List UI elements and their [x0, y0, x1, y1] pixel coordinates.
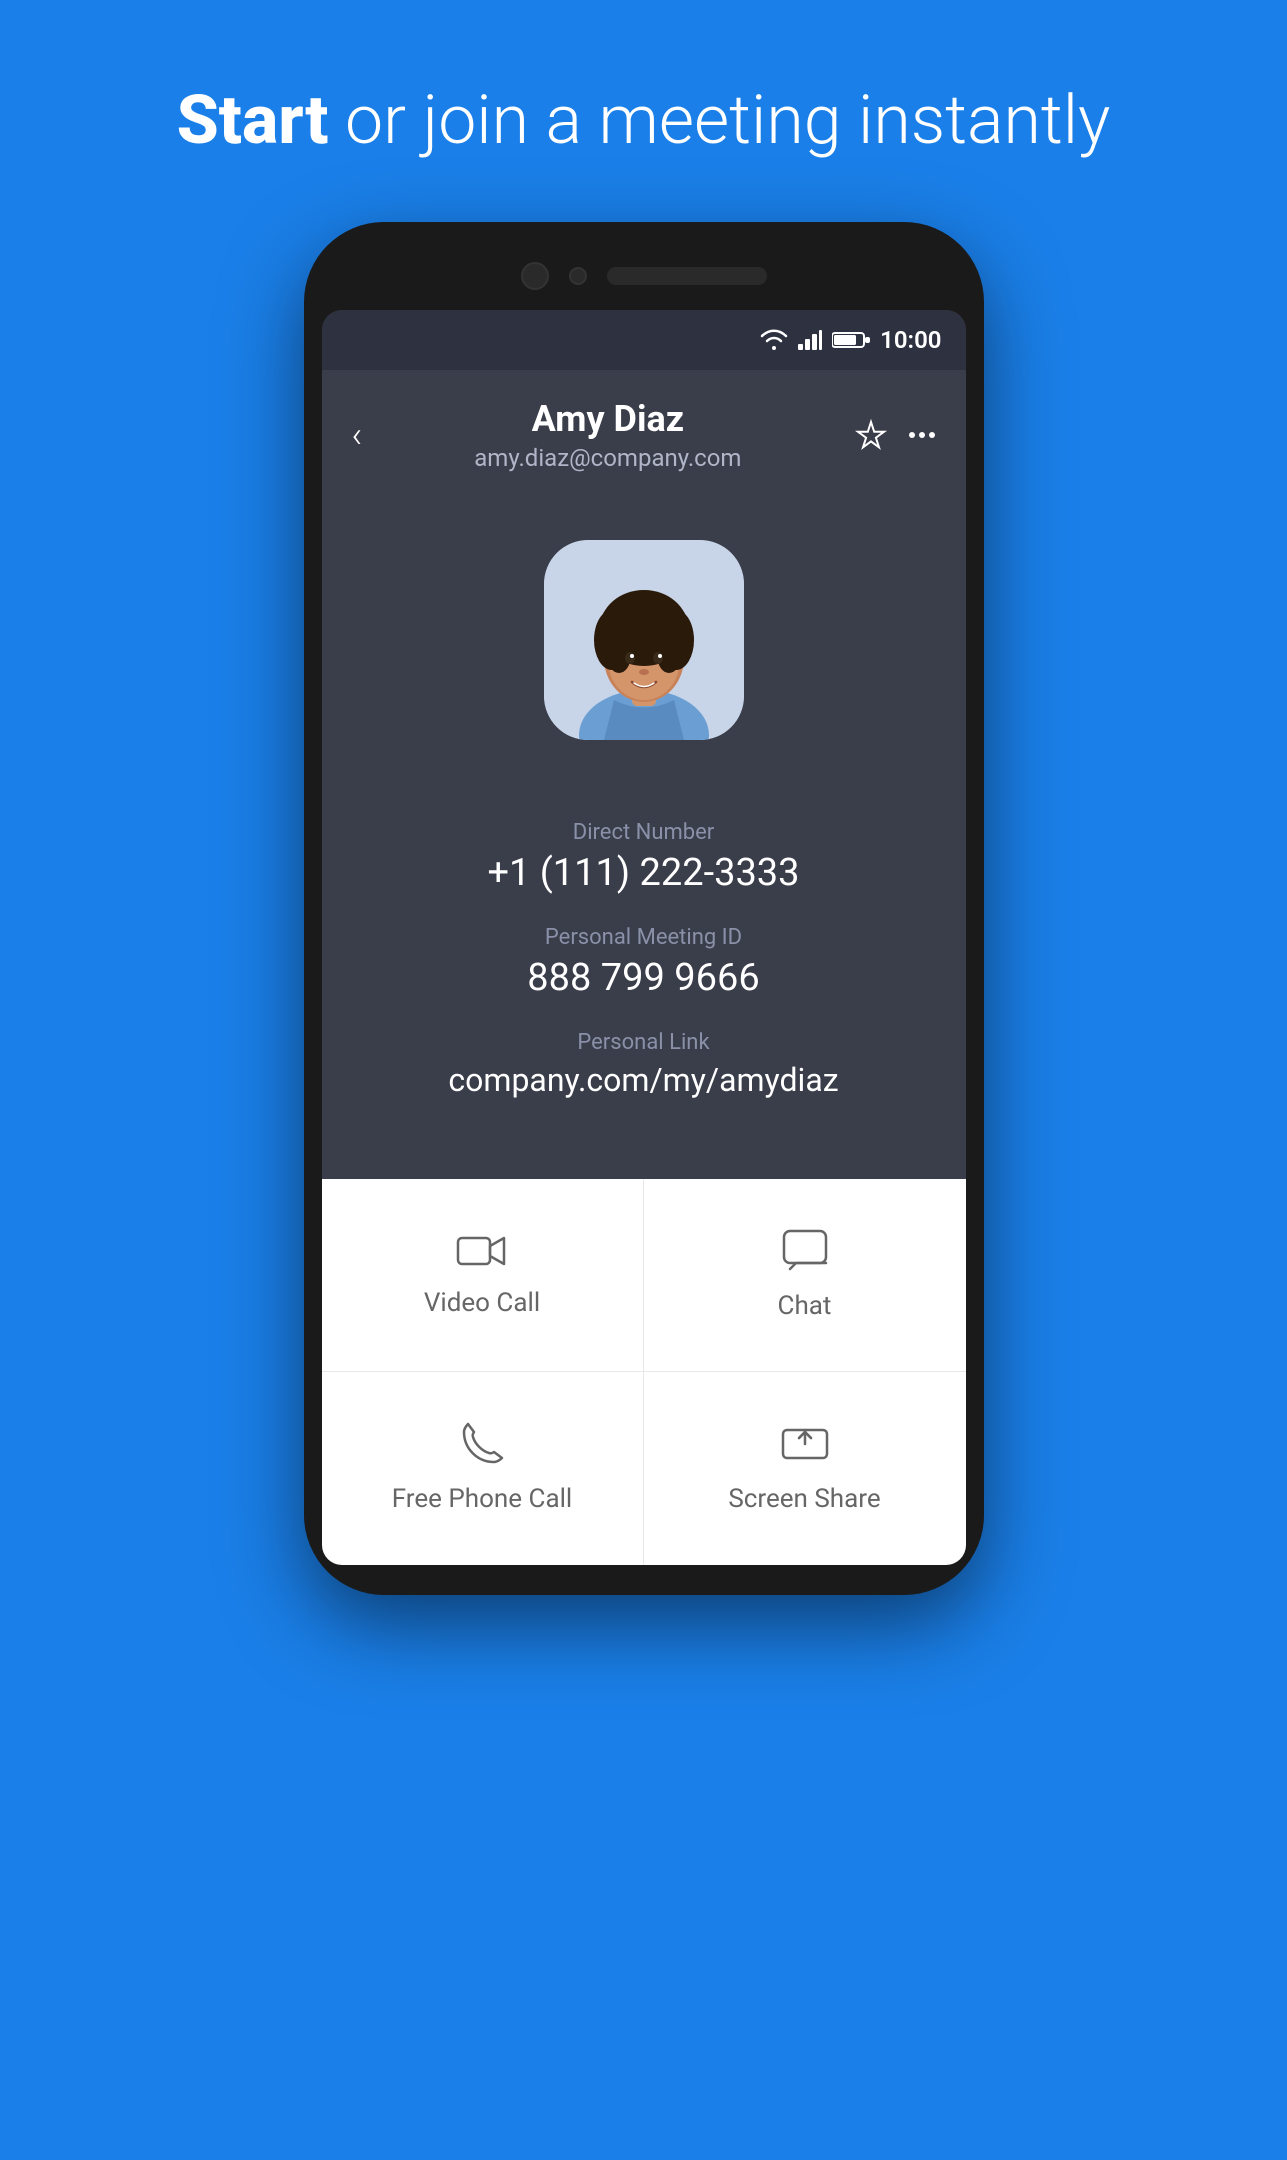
contact-title: Amy Diaz amy.diaz@company.com: [474, 398, 741, 472]
contact-info: Direct Number +1 (111) 222-3333 Personal…: [322, 790, 966, 1179]
screen-share-button[interactable]: Screen Share: [644, 1372, 966, 1565]
video-call-label: Video Call: [424, 1288, 540, 1318]
avatar-area: [322, 500, 966, 790]
avatar: [544, 540, 744, 740]
contact-actions: [854, 418, 936, 452]
chat-button[interactable]: Chat: [644, 1179, 966, 1372]
contact-name: Amy Diaz: [474, 398, 741, 440]
status-bar: 10:00: [322, 310, 966, 370]
video-call-icon: [456, 1232, 508, 1270]
camera-icon: [521, 262, 549, 290]
header-bold: Start: [177, 80, 329, 160]
contact-header: ‹ Amy Diaz amy.diaz@company.com: [322, 370, 966, 500]
free-phone-call-label: Free Phone Call: [392, 1484, 573, 1514]
signal-icon: [798, 330, 822, 350]
phone-screen: 10:00 ‹ Amy Diaz amy.diaz@company.com: [322, 310, 966, 1565]
screen-share-label: Screen Share: [728, 1484, 880, 1514]
direct-number-label: Direct Number: [342, 820, 946, 845]
status-icons: 10:00: [760, 326, 941, 354]
direct-number-value: +1 (111) 222-3333: [342, 851, 946, 895]
chat-label: Chat: [778, 1291, 832, 1321]
phone-mockup: 10:00 ‹ Amy Diaz amy.diaz@company.com: [0, 222, 1287, 1595]
page-header: Start or join a meeting instantly: [0, 0, 1287, 202]
meeting-id-label: Personal Meeting ID: [342, 925, 946, 950]
actions-grid: Video Call Chat Free Phone Call: [322, 1179, 966, 1565]
free-phone-call-button[interactable]: Free Phone Call: [322, 1372, 644, 1565]
sensor-icon: [569, 267, 587, 285]
contact-email: amy.diaz@company.com: [474, 444, 741, 472]
video-call-button[interactable]: Video Call: [322, 1179, 644, 1372]
battery-icon: [832, 331, 870, 349]
phone-notch: [322, 252, 966, 310]
phone-outer: 10:00 ‹ Amy Diaz amy.diaz@company.com: [304, 222, 984, 1595]
personal-link-value: company.com/my/amydiaz: [342, 1061, 946, 1099]
status-time: 10:00: [880, 326, 941, 354]
header-rest: or join a meeting instantly: [328, 80, 1110, 160]
phone-icon: [460, 1422, 504, 1466]
avatar-image: [544, 540, 744, 740]
wifi-icon: [760, 329, 788, 351]
back-button[interactable]: ‹: [352, 414, 363, 456]
star-icon[interactable]: [854, 418, 888, 452]
more-icon[interactable]: [908, 421, 936, 449]
personal-link-label: Personal Link: [342, 1030, 946, 1055]
speaker-icon: [607, 267, 767, 285]
meeting-id-value: 888 799 9666: [342, 956, 946, 1000]
screen-share-icon: [781, 1422, 829, 1466]
chat-icon: [782, 1229, 828, 1273]
